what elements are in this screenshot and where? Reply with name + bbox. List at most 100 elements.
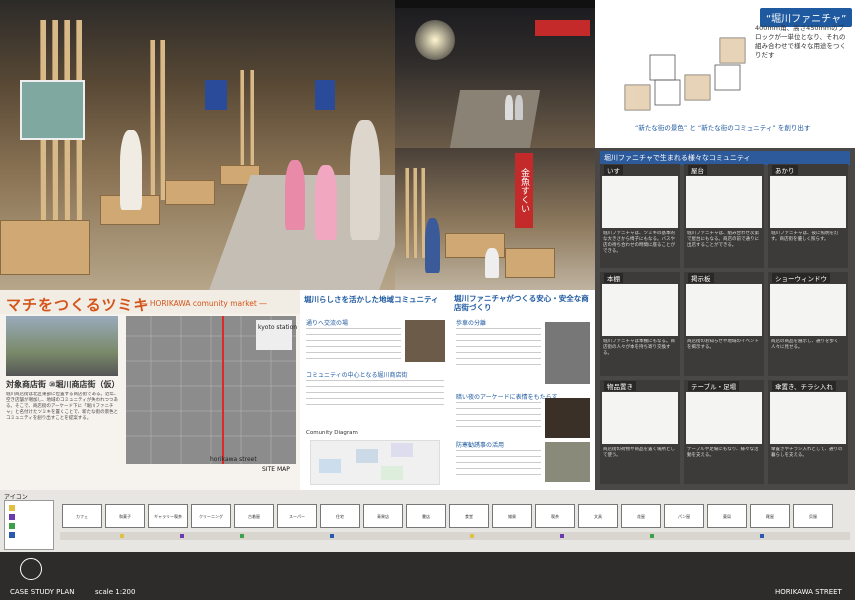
site-panel: 対象商店街 ⑩堀川商店街（仮） 堀川商店街は北区東部に位置する商店街である。近年… [0,314,300,490]
furniture-use-illustration [686,284,762,336]
furniture-use-illustration [686,392,762,444]
diagram-label: Comunity Diagram [306,430,358,436]
tagline: “新たな街の景色” と “新たな街のコミュニティ” を創り出す [635,122,810,132]
furniture-use-label: いす [604,165,623,175]
furniture-axonometric [624,37,746,111]
legend-swatch [9,532,15,538]
case-study-plan-strip: アイコン カフェ 和菓子 ギャラリー喫茶 クリーニング 古着屋 スーパー 住宅 青果店 書店 食堂… [0,490,855,600]
furniture-use-text: 堀川ファニチャは、ツミキの基本的な大きさから椅子にもなる。バスや店の待ち合わせの… [603,231,675,254]
main-title: マチをつくるツミキ [6,296,150,314]
store-name: 対象商店街 ⑩堀川商店街（仮） [6,380,120,389]
photo [405,320,445,362]
furniture-uses-panel: 堀川ファニチャで生まれる様々なコミュニティ いす堀川ファニチャは、ツミキの基本的… [595,148,855,490]
shop-plot: 書店 [406,504,446,528]
community-diagram [310,440,440,485]
furniture-dot [560,534,564,538]
furniture-use-illustration [602,284,678,336]
furniture-use-label: テーブル・足場 [688,381,740,391]
main-title-bar: マチをつくるツミキ ― HORIKAWA comunity market ― [0,290,300,314]
furniture-use-illustration [602,392,678,444]
red-sign: 金魚すくい [515,153,533,228]
shop-sign [535,20,590,36]
shop-plot: ギャラリー喫茶 [148,504,188,528]
furniture-use-cell: 物品置き 商店街の荷物や商品を置く場所として使う。 [600,380,680,484]
furniture-intro-panel: “堀川ファニチャ” 400mm角、高さ450mmのブロックが一単位となり、それの… [595,0,855,150]
furniture-dot [470,534,474,538]
street [449,90,541,148]
safety-section: 防寒勧誘事の活用 [456,442,505,449]
diagram-node [356,449,378,463]
shop-plot: 青果店 [363,504,403,528]
shop-plot: 雑貨 [492,504,532,528]
furniture-block [505,248,555,278]
community-section: 通りへ交流の場 [306,320,349,327]
tagline-b: “新たな街のコミュニティ” [697,124,776,132]
community-heading: 堀川らしさを活かした地域コミュニティ [304,295,439,304]
case-study-label: CASE STUDY PLAN [10,588,75,596]
arcade-roof [395,0,595,8]
photo [545,398,590,438]
grid-header: 堀川ファニチャで生まれる様々なコミュニティ [600,151,850,165]
banner [205,80,227,110]
tagline-end: を創り出す [777,124,811,132]
person-figure [315,165,337,240]
sub-title: ― HORIKAWA comunity market ― [140,299,267,308]
furniture-use-text: 堀川ファニチャは、夜に照明を灯す。商店街を優しく照らす。 [771,231,839,242]
furniture-use-cell: ショーウィンドウ 商店の商品を展示し、通りを歩く人々に見せる。 [768,272,848,376]
furniture-dot [120,534,124,538]
street-name-label: HORIKAWA STREET [775,588,842,596]
furniture-use-text: 商店街の荷物や商品を置く場所として使う。 [603,447,675,458]
poster [20,80,85,140]
shop-plot: 古着屋 [234,504,274,528]
community-section: コミュニティの中心となる堀川商店街 [306,372,408,379]
person-figure [120,130,142,210]
person-figure [505,95,513,120]
furniture-use-illustration [770,176,846,228]
shop-plot: 住宅 [320,504,360,528]
shop-plot: クリーニング [191,504,231,528]
safety-column: 堀川ファニチャがつくる安心・安全な商店街づくり 歩車の分離 暗い夜のアーケードに… [450,290,595,490]
furniture-dot [180,534,184,538]
shop-plot: 食堂 [449,504,489,528]
furniture-use-cell: あかり 堀川ファニチャは、夜に照明を灯す。商店街を優しく照らす。 [768,164,848,268]
furniture-block [165,180,215,205]
legend-swatch [9,514,15,520]
furniture-use-label: 屋台 [688,165,707,175]
furniture-use-text: 傘置きやチラシ入れとして、通りの暮らしを支える。 [771,447,843,458]
shop-plot: パン屋 [664,504,704,528]
wood-slat [240,70,244,180]
furniture-use-illustration [602,176,678,228]
map-label-street: horikawa street [210,456,257,463]
furniture-dot [760,534,764,538]
furniture-use-illustration [686,176,762,228]
diagram-node [391,443,413,457]
person-figure [285,160,305,230]
furniture-use-text: 堀川ファニチャは、組み合わせ次第で屋台にもなる。商店の前で通りに出店することがで… [687,231,759,248]
furniture-use-label: 掲示板 [688,273,714,283]
furniture-use-illustration [770,392,846,444]
shop-plot: 呉服 [793,504,833,528]
scale-label: scale 1:200 [95,588,136,596]
site-map [126,316,296,464]
furniture-use-label: ショーウィンドウ [772,273,830,283]
arcade-render-night [395,0,595,148]
furniture-block [0,220,90,275]
wood-slat [413,168,417,258]
furniture-use-illustration [770,284,846,336]
furniture-use-cell: 屋台堀川ファニチャは、組み合わせ次第で屋台にもなる。商店の前で通りに出店すること… [684,164,764,268]
site-description: 堀川商店街は北区東部に位置する商店街である。近年、空き店舗が増加し、地域のコミュ… [6,392,119,421]
photo [545,442,590,482]
furniture-dot [650,534,654,538]
photo [545,322,590,384]
shop-plot: 靴屋 [750,504,790,528]
north-arrow-icon [20,558,42,580]
wood-slat [150,40,155,200]
shop-plot: 花屋 [621,504,661,528]
panel-description: 400mm角、高さ450mmのブロックが一単位となり、それの組み合わせで様々な用… [755,24,846,59]
site-photo [6,316,118,376]
map-streets [126,316,296,464]
arcade-render-main [0,0,395,290]
map-label-station: kyoto station [258,324,298,331]
strip-footer: CASE STUDY PLAN scale 1:200 HORIKAWA STR… [0,552,855,600]
icon-legend [4,500,54,550]
